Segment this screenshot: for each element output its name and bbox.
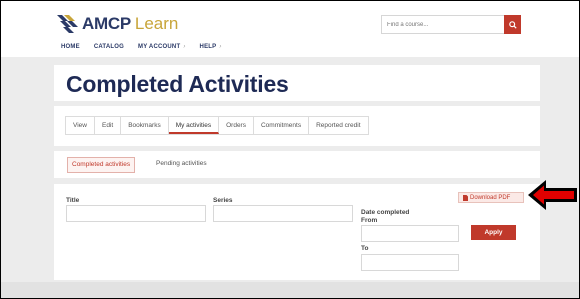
nav-catalog[interactable]: CATALOG: [94, 44, 124, 50]
series-field[interactable]: [213, 205, 353, 222]
tab-edit[interactable]: Edit: [95, 117, 122, 134]
nav-home[interactable]: HOME: [61, 44, 80, 50]
search-button[interactable]: [504, 15, 521, 34]
tab-reported-credit[interactable]: Reported credit: [309, 117, 367, 134]
tab-my-activities[interactable]: My activities: [168, 117, 220, 134]
date-completed-label: Date completed: [361, 209, 410, 216]
title-label: Title: [66, 197, 80, 204]
nav-my-account[interactable]: MY ACCOUNT ›: [138, 44, 186, 50]
title-card: Completed Activities: [54, 65, 540, 101]
tab-view[interactable]: View: [66, 117, 95, 134]
subtab-pending-activities[interactable]: Pending activities: [152, 157, 211, 171]
nav-help[interactable]: HELP ›: [200, 44, 222, 50]
title-field[interactable]: [66, 205, 206, 222]
tab-orders[interactable]: Orders: [219, 117, 254, 134]
date-to-field[interactable]: [361, 254, 459, 271]
date-from-field[interactable]: [361, 225, 459, 242]
file-icon: [463, 194, 468, 201]
site-logo[interactable]: AMCP Learn: [55, 13, 178, 35]
series-label: Series: [213, 197, 233, 204]
chevron-right-icon: ›: [219, 44, 222, 50]
brand-name: AMCP: [82, 14, 131, 33]
search-input[interactable]: [381, 15, 504, 34]
subtabs-card: Completed activities Pending activities: [54, 151, 540, 178]
arrow-left-icon: [528, 180, 577, 210]
to-label: To: [361, 245, 369, 252]
site-header: AMCP Learn HOME CATALOG MY ACCOUNT › HELP…: [1, 1, 579, 57]
browser-frame: AMCP Learn HOME CATALOG MY ACCOUNT › HELP…: [1, 1, 579, 298]
filter-form: Title Series Download PDF Date completed…: [54, 184, 540, 280]
course-search: [381, 15, 521, 34]
tab-bookmarks[interactable]: Bookmarks: [121, 117, 169, 134]
apply-button[interactable]: Apply: [471, 225, 516, 240]
tabs-card: View Edit Bookmarks My activities Orders…: [54, 106, 540, 146]
search-icon: [508, 20, 517, 29]
download-pdf-button[interactable]: Download PDF: [458, 192, 524, 203]
subtab-completed-activities[interactable]: Completed activities: [67, 157, 136, 173]
page-title: Completed Activities: [66, 71, 289, 97]
chevron-stack-logo-icon: [57, 15, 78, 33]
chevron-right-icon: ›: [183, 44, 186, 50]
main-nav: HOME CATALOG MY ACCOUNT › HELP ›: [61, 44, 222, 50]
tab-commitments[interactable]: Commitments: [254, 117, 310, 134]
brand-sub: Learn: [134, 14, 179, 33]
main-content: Completed Activities View Edit Bookmarks…: [1, 57, 579, 298]
from-label: From: [361, 217, 378, 224]
page-footer-edge: [1, 282, 579, 298]
download-pdf-label: Download PDF: [470, 194, 511, 201]
account-tabs: View Edit Bookmarks My activities Orders…: [65, 116, 369, 135]
